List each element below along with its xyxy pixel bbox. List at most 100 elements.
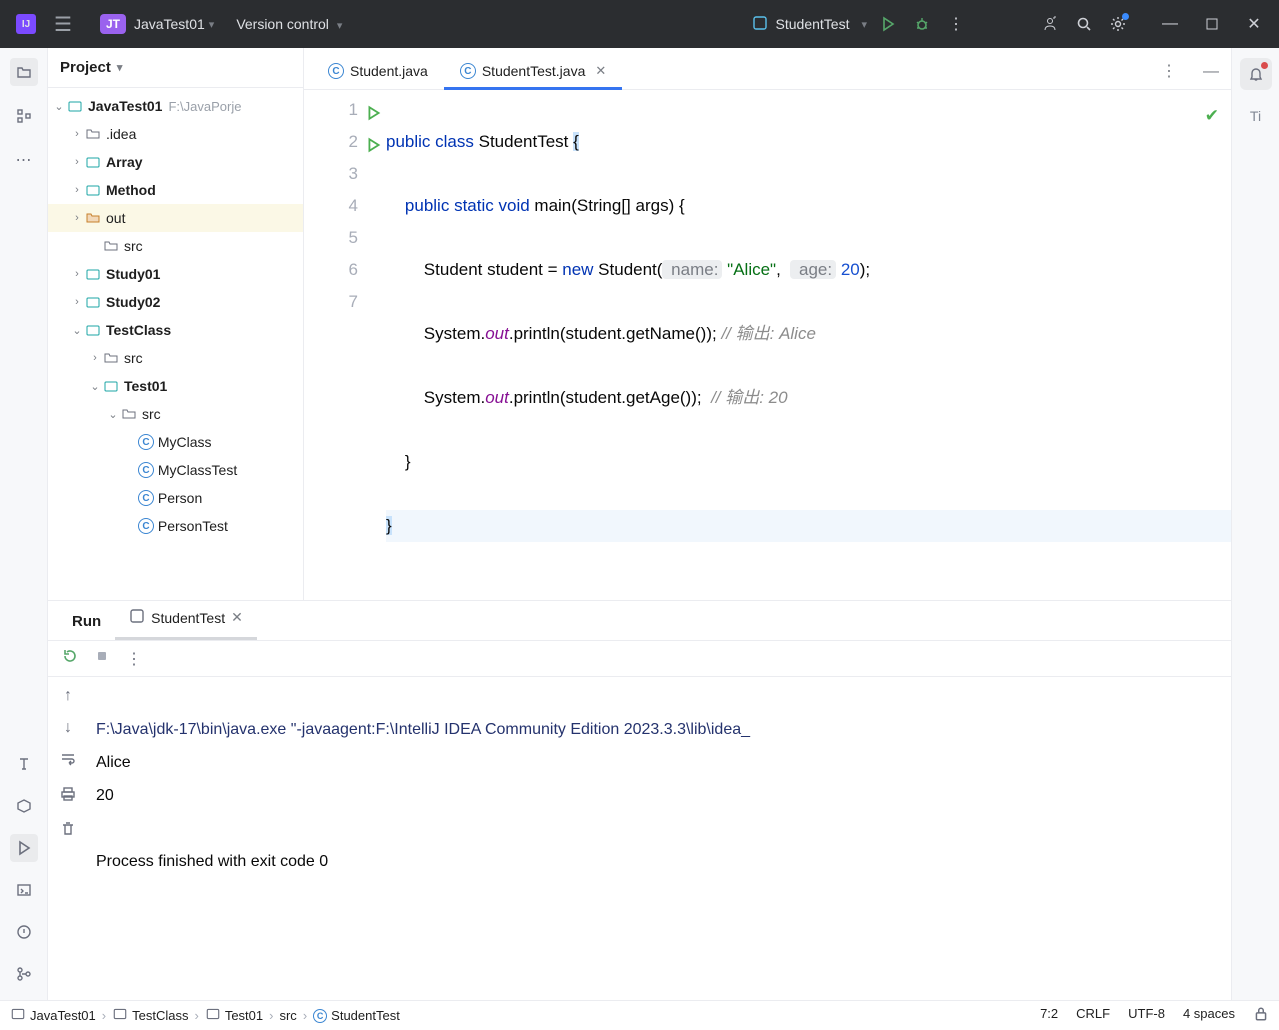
tree-class-item[interactable]: C PersonTest — [48, 512, 303, 540]
class-icon: C — [138, 462, 154, 478]
code-with-me-icon[interactable] — [1033, 7, 1067, 41]
cursor-position[interactable]: 7:2 — [1040, 1006, 1058, 1025]
structure-tool-icon[interactable] — [10, 102, 38, 130]
settings-button[interactable] — [1101, 7, 1135, 41]
run-tab-title[interactable]: Run — [58, 603, 115, 640]
editor-area: CStudent.java CStudentTest.java✕ ⋮ — 1 2… — [304, 48, 1231, 600]
indent-setting[interactable]: 4 spaces — [1183, 1006, 1235, 1025]
folder-icon — [102, 350, 120, 366]
tree-item[interactable]: ›Study02 — [48, 288, 303, 316]
tree-item[interactable]: src — [48, 232, 303, 260]
code-content[interactable]: public class StudentTest { public static… — [386, 90, 1231, 600]
out-folder-icon — [84, 210, 102, 226]
breadcrumb-item[interactable]: src — [279, 1008, 296, 1023]
problems-tool-icon[interactable] — [10, 918, 38, 946]
run-configuration-selector[interactable]: StudentTest ▾ — [752, 15, 871, 34]
run-config-icon — [129, 608, 145, 627]
delete-icon[interactable] — [60, 821, 76, 842]
soft-wrap-icon[interactable] — [60, 751, 76, 772]
search-everywhere-button[interactable] — [1067, 7, 1101, 41]
editor-hide-icon[interactable]: — — [1191, 55, 1231, 89]
tree-item[interactable]: ›.idea — [48, 120, 303, 148]
main-menu-button[interactable]: ☰ — [44, 6, 82, 43]
project-tool-icon[interactable] — [10, 58, 38, 86]
stop-button[interactable] — [94, 648, 110, 669]
tree-item[interactable]: ›src — [48, 344, 303, 372]
breadcrumb-item[interactable]: CStudentTest — [313, 1008, 400, 1023]
run-panel-tabs: Run StudentTest ✕ — [48, 601, 1231, 641]
breadcrumb-item[interactable]: JavaTest01 — [10, 1006, 96, 1025]
run-config-tab[interactable]: StudentTest ✕ — [115, 598, 257, 640]
class-icon: C — [138, 490, 154, 506]
close-tab-icon[interactable]: ✕ — [595, 63, 606, 79]
inspection-ok-icon[interactable]: ✔ — [1205, 100, 1219, 132]
project-name[interactable]: JavaTest01 — [134, 16, 205, 32]
run-button[interactable] — [871, 7, 905, 41]
services-tool-icon[interactable] — [10, 792, 38, 820]
class-icon: C — [138, 434, 154, 450]
run-output[interactable]: F:\Java\jdk-17\bin\java.exe "-javaagent:… — [88, 677, 1231, 1000]
editor-tab-studenttest[interactable]: CStudentTest.java✕ — [444, 53, 622, 89]
tree-item[interactable]: ›Method — [48, 176, 303, 204]
module-icon — [112, 1006, 128, 1025]
run-tool-icon[interactable] — [10, 834, 38, 862]
breadcrumb-item[interactable]: TestClass — [112, 1006, 188, 1025]
notifications-icon[interactable] — [1240, 58, 1272, 90]
file-encoding[interactable]: UTF-8 — [1128, 1006, 1165, 1025]
run-gutter-icon[interactable] — [366, 132, 382, 164]
rerun-button[interactable] — [62, 648, 78, 669]
module-icon — [84, 154, 102, 170]
project-tree[interactable]: ⌄ JavaTest01F:\JavaPorje ›.idea ›Array ›… — [48, 88, 303, 600]
close-run-tab-icon[interactable]: ✕ — [231, 609, 243, 626]
editor-gutter: 1 2 3 4 5 6 7 — [304, 90, 386, 600]
run-gutter-icon[interactable] — [366, 100, 382, 132]
tree-item[interactable]: ›Study01 — [48, 260, 303, 288]
window-maximize-button[interactable] — [1195, 7, 1229, 41]
tree-item[interactable]: ⌄src — [48, 400, 303, 428]
scroll-up-icon[interactable]: ↑ — [64, 687, 72, 705]
tree-item-test01[interactable]: ⌄Test01 — [48, 372, 303, 400]
line-separator[interactable]: CRLF — [1076, 1006, 1110, 1025]
right-strip-label: Ti — [1250, 108, 1261, 124]
window-close-button[interactable]: ✕ — [1237, 7, 1271, 41]
module-icon — [10, 1006, 26, 1025]
editor-tabs: CStudent.java CStudentTest.java✕ ⋮ — — [304, 48, 1231, 90]
tree-class-item[interactable]: C Person — [48, 484, 303, 512]
project-badge: JT — [100, 14, 126, 34]
more-actions-button[interactable]: ⋮ — [939, 7, 973, 41]
run-config-icon — [752, 15, 768, 34]
class-icon: C — [138, 518, 154, 534]
breadcrumb-item[interactable]: Test01 — [205, 1006, 263, 1025]
vcs-menu[interactable]: Version control ▾ — [236, 16, 346, 32]
tree-root[interactable]: ⌄ JavaTest01F:\JavaPorje — [48, 92, 303, 120]
tree-item[interactable]: ›Array — [48, 148, 303, 176]
module-icon — [84, 266, 102, 282]
window-minimize-button[interactable]: — — [1153, 7, 1187, 41]
tree-class-item[interactable]: C MyClassTest — [48, 456, 303, 484]
tree-class-item[interactable]: C MyClass — [48, 428, 303, 456]
print-icon[interactable] — [60, 786, 76, 807]
module-icon — [84, 182, 102, 198]
text-tool-icon[interactable] — [10, 750, 38, 778]
readonly-lock-icon[interactable] — [1253, 1006, 1269, 1025]
tree-item-testclass[interactable]: ⌄TestClass — [48, 316, 303, 344]
editor-tab-student[interactable]: CStudent.java — [312, 53, 444, 89]
more-tools-icon[interactable]: ⋯ — [10, 146, 38, 174]
project-panel-header[interactable]: Project▾ — [48, 48, 303, 88]
run-toolbar-more-icon[interactable]: ⋮ — [126, 649, 142, 669]
terminal-tool-icon[interactable] — [10, 876, 38, 904]
editor-tabs-more-icon[interactable]: ⋮ — [1147, 53, 1191, 89]
run-sidebar: ↑ ↓ — [48, 677, 88, 1000]
folder-icon — [84, 126, 102, 142]
class-icon: C — [328, 63, 344, 79]
left-tool-strip: ⋯ — [0, 48, 48, 1000]
tree-item-out[interactable]: ›out — [48, 204, 303, 232]
right-tool-strip: Ti — [1231, 48, 1279, 1000]
scroll-down-icon[interactable]: ↓ — [64, 719, 72, 737]
code-editor[interactable]: 1 2 3 4 5 6 7 public class StudentTest {… — [304, 90, 1231, 600]
titlebar: IJ ☰ JT JavaTest01 ▾ Version control ▾ S… — [0, 0, 1279, 48]
debug-button[interactable] — [905, 7, 939, 41]
folder-icon — [102, 238, 120, 254]
git-tool-icon[interactable] — [10, 960, 38, 988]
run-toolbar: ⋮ — [48, 641, 1231, 677]
